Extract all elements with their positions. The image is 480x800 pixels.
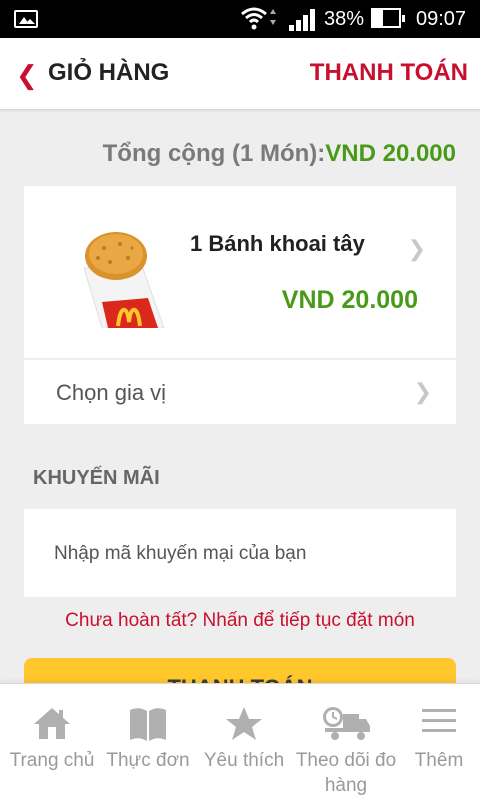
header-checkout-button[interactable]: THANH TOÁN — [310, 59, 468, 87]
nav-item-more[interactable]: Thêm — [398, 684, 480, 800]
clock: 09:07 — [416, 8, 467, 30]
nav-item-menu[interactable]: Thực đơn — [98, 684, 198, 800]
nav-label: Thêm — [414, 750, 464, 771]
wifi-icon — [241, 7, 276, 30]
nav-label: Thực đơn — [106, 750, 190, 771]
promo-heading: KHUYẾN MÃI — [33, 467, 160, 489]
battery-icon — [371, 8, 405, 28]
nav-item-order-tracking[interactable]: Theo dõi đo hàng — [292, 684, 400, 800]
item-price: VND 20.000 — [281, 286, 418, 314]
cart-total: Tổng cộng (1 Món):VND 20.000 — [103, 140, 456, 168]
menu-book-icon — [130, 708, 166, 741]
chevron-right-icon: ❯ — [413, 379, 432, 404]
nav-label: Theo dõi đo hàng — [295, 750, 397, 796]
status-bar: 38% 09:07 — [0, 0, 480, 38]
continue-ordering-link[interactable]: Chưa hoàn tất? Nhấn để tiếp tục đặt món — [0, 610, 480, 632]
promo-card — [24, 509, 456, 597]
spice-label: Chọn gia vị — [56, 380, 167, 405]
page-title: GIỎ HÀNG — [48, 59, 170, 86]
spice-selector[interactable]: Chọn gia vị ❯ — [24, 360, 456, 424]
gallery-icon — [14, 10, 38, 28]
star-icon — [226, 707, 262, 740]
home-icon — [34, 708, 70, 739]
total-amount: VND 20.000 — [325, 140, 456, 167]
nav-label: Trang chủ — [9, 750, 95, 771]
nav-item-favorites[interactable]: Yêu thích — [196, 684, 292, 800]
signal-icon — [289, 9, 319, 31]
item-name: 1 Bánh khoai tây — [190, 231, 365, 256]
total-label: Tổng cộng (1 Món): — [102, 140, 326, 167]
battery-percent: 38% — [324, 8, 365, 30]
cart-item[interactable]: 1 Bánh khoai tây VND 20.000 ❯ — [24, 186, 456, 358]
nav-label: Yêu thích — [203, 750, 285, 771]
chevron-left-icon[interactable]: ❮ — [16, 60, 38, 91]
nav-item-home[interactable]: Trang chủ — [0, 684, 104, 800]
app-header: ❮ GIỎ HÀNG THANH TOÁN — [0, 38, 480, 110]
delivery-truck-icon — [323, 707, 370, 740]
product-image — [72, 230, 182, 328]
promo-code-input[interactable] — [54, 539, 426, 569]
bottom-nav: Trang chủ Thực đơn Yêu thích Theo dõi đo… — [0, 683, 480, 800]
hamburger-icon — [422, 709, 456, 732]
chevron-right-icon: ❯ — [407, 236, 426, 261]
